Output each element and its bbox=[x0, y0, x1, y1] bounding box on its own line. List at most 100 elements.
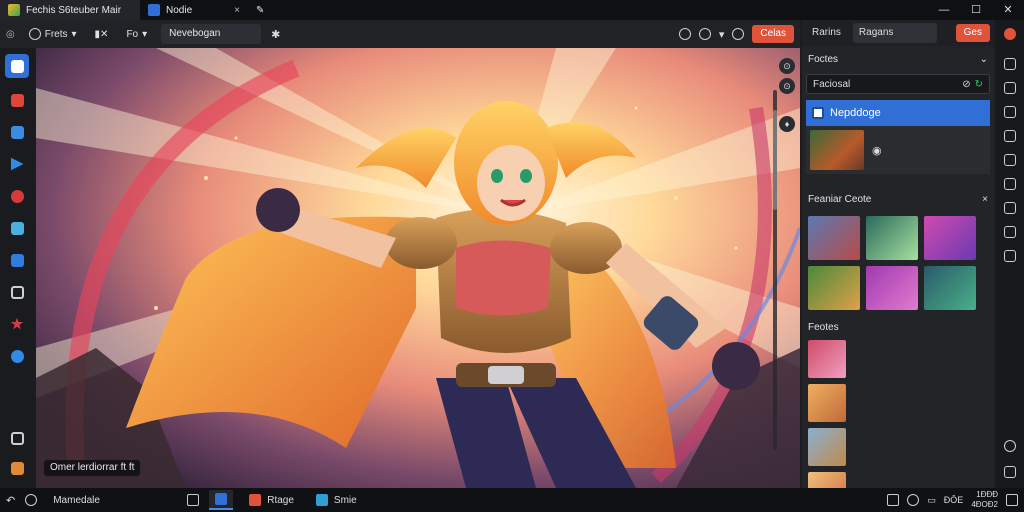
section2-title: Feaniar Ceote bbox=[808, 193, 872, 205]
tool-effects[interactable] bbox=[5, 184, 29, 208]
settings-icon[interactable] bbox=[678, 28, 691, 40]
zoom-icon[interactable]: ⊙ bbox=[779, 58, 795, 74]
tool-play[interactable] bbox=[5, 152, 29, 176]
system-tray: ▭ ĐŌE 1ĐĐĐ 4ĐOĐ2 bbox=[887, 490, 1018, 510]
panel-action-button[interactable]: Ges bbox=[955, 24, 990, 42]
tool-globe[interactable] bbox=[5, 344, 29, 368]
filter-icon[interactable]: ⊘ bbox=[962, 79, 970, 90]
share-icon[interactable] bbox=[732, 28, 745, 40]
profile-icon[interactable] bbox=[1004, 28, 1016, 40]
help-icon[interactable] bbox=[1004, 440, 1016, 452]
tab-secondary[interactable]: Nodie × bbox=[140, 0, 248, 20]
tool-brush[interactable] bbox=[5, 216, 29, 240]
taskbar-app-3[interactable]: Smie bbox=[310, 490, 363, 510]
list-thumbnail[interactable] bbox=[808, 384, 846, 422]
chevron-down-icon[interactable]: ▾ bbox=[719, 28, 725, 41]
tab-main-label: Fechis S6teuber Mair bbox=[26, 4, 122, 16]
grid-icon[interactable] bbox=[1004, 58, 1016, 70]
circle-icon bbox=[28, 28, 41, 40]
thumbnail[interactable] bbox=[808, 266, 860, 310]
thumbnail[interactable] bbox=[924, 266, 976, 310]
globe-icon bbox=[10, 349, 24, 363]
camera-icon bbox=[10, 431, 24, 445]
more-icon[interactable] bbox=[1004, 250, 1016, 262]
collapse-icon[interactable]: ⌄ bbox=[980, 54, 988, 65]
thumbnail[interactable] bbox=[808, 216, 860, 260]
section-header: Foctes ⌄ bbox=[802, 46, 994, 72]
section1-title: Foctes bbox=[808, 53, 839, 65]
tool-layers[interactable] bbox=[5, 120, 29, 144]
thumbnail-list bbox=[802, 340, 994, 510]
back-icon[interactable]: ↶ bbox=[6, 494, 15, 507]
monitor-icon[interactable] bbox=[1004, 154, 1016, 166]
battery-icon[interactable]: ▭ bbox=[927, 495, 936, 506]
fill-icon bbox=[10, 253, 24, 267]
close-icon[interactable]: × bbox=[982, 194, 988, 205]
tool-crop[interactable] bbox=[5, 280, 29, 304]
maximize-button[interactable]: ☐ bbox=[960, 0, 992, 20]
close-tab-icon[interactable]: × bbox=[234, 5, 240, 16]
artwork-illustration bbox=[36, 48, 800, 488]
app-icon bbox=[148, 4, 160, 16]
history-icon[interactable] bbox=[698, 28, 711, 40]
volume-icon[interactable] bbox=[907, 494, 920, 506]
chart-icon[interactable] bbox=[1004, 226, 1016, 238]
logo-icon: ◎ bbox=[6, 28, 15, 40]
tool-dropdown-1[interactable]: Frets ▾ bbox=[25, 24, 81, 44]
layer-thumbnail[interactable] bbox=[810, 130, 864, 170]
taskbar-app-2[interactable]: Rtage bbox=[243, 490, 300, 510]
search-input[interactable]: Faciosal ⊘ ↻ bbox=[806, 74, 990, 94]
link-icon[interactable] bbox=[1004, 130, 1016, 142]
canvas-caption: Omer lerdiorrar ft ft bbox=[44, 460, 141, 476]
thumbnail[interactable] bbox=[866, 216, 918, 260]
tab-ragans[interactable]: Ragans bbox=[852, 23, 937, 43]
thumbnail[interactable] bbox=[924, 216, 976, 260]
tool-export[interactable] bbox=[5, 456, 29, 480]
brush-icon[interactable]: ✱ bbox=[271, 28, 280, 41]
search-icon[interactable] bbox=[25, 494, 38, 506]
tab-main[interactable]: Fechis S6teuber Mair bbox=[0, 0, 140, 20]
tab-rarins[interactable]: Rarins bbox=[806, 23, 847, 43]
list-thumbnail[interactable] bbox=[808, 428, 846, 466]
image-icon[interactable] bbox=[1004, 82, 1016, 94]
visibility-icon[interactable]: ◉ bbox=[872, 144, 882, 157]
tool-shape[interactable] bbox=[5, 88, 29, 112]
tool-fill[interactable] bbox=[5, 248, 29, 272]
tool-select[interactable] bbox=[5, 54, 29, 78]
artwork-canvas[interactable] bbox=[36, 48, 800, 488]
taskbar: ↶ Mamedale Rtage Smie ▭ ĐŌE 1ĐĐĐ 4ĐOĐ2 bbox=[0, 488, 1024, 512]
taskbar-search[interactable]: Mamedale bbox=[47, 490, 177, 510]
tool-star[interactable] bbox=[5, 312, 29, 336]
canvas-scrollbar[interactable] bbox=[773, 90, 777, 450]
tool2-label: Fo bbox=[126, 28, 139, 40]
network-icon[interactable] bbox=[887, 494, 900, 506]
tool-camera[interactable] bbox=[5, 426, 29, 450]
settings-icon[interactable] bbox=[1004, 466, 1016, 478]
task-view-icon[interactable] bbox=[187, 494, 200, 506]
primary-action-button[interactable]: Celas bbox=[752, 25, 794, 43]
pin-icon[interactable]: ♦ bbox=[779, 116, 795, 132]
thumbnail[interactable] bbox=[866, 266, 918, 310]
taskbar-app-1[interactable] bbox=[209, 490, 234, 510]
play-icon bbox=[10, 157, 24, 171]
right-panel: Rarins Ragans Ges Foctes ⌄ Faciosal ⊘ ↻ … bbox=[802, 20, 994, 510]
clock[interactable]: 1ĐĐĐ 4ĐOĐ2 bbox=[971, 490, 998, 510]
close-button[interactable]: ✕ bbox=[992, 0, 1024, 20]
notifications-icon[interactable] bbox=[1006, 494, 1018, 506]
list-thumbnail[interactable] bbox=[808, 340, 846, 378]
clock-icon[interactable] bbox=[1004, 202, 1016, 214]
name-field[interactable]: Nevebogan bbox=[161, 24, 262, 44]
pin-icon[interactable]: ✎ bbox=[248, 0, 272, 20]
effects-icon bbox=[10, 189, 24, 203]
minimize-button[interactable]: — bbox=[928, 0, 960, 20]
refresh-icon[interactable] bbox=[1004, 106, 1016, 118]
confirm-icon[interactable]: ↻ bbox=[975, 79, 983, 90]
folder-icon[interactable] bbox=[1004, 178, 1016, 190]
tool-dropdown-2[interactable]: Fo ▾ bbox=[122, 24, 151, 44]
scrollbar-thumb[interactable] bbox=[773, 110, 777, 210]
tool-button[interactable]: ▮✕ bbox=[91, 24, 113, 44]
section3-title: Feotes bbox=[808, 321, 839, 333]
app-icon bbox=[8, 4, 20, 16]
info-icon[interactable]: ⊙ bbox=[779, 78, 795, 94]
selected-layer[interactable]: Nepddoge bbox=[806, 100, 990, 126]
